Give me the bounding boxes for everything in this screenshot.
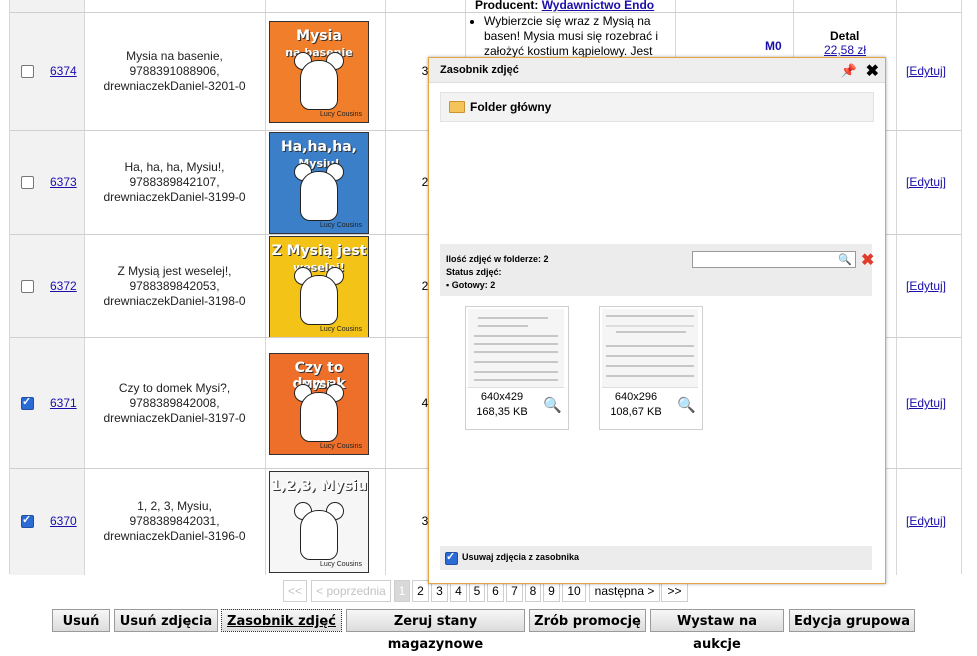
photo-thumbnail[interactable]: 640x429 168,35 KB 🔍 — [465, 306, 569, 430]
row-checkbox[interactable] — [21, 176, 34, 189]
group-edit-button[interactable]: Edycja grupowa — [789, 609, 915, 632]
thumbnail-image — [468, 309, 564, 388]
pager-page[interactable]: 1 — [394, 580, 410, 602]
product-cover-image[interactable]: Czy to domek Mysi? Lucy Cousins — [269, 353, 369, 455]
photo-thumbnail[interactable]: 640x296 108,67 KB 🔍 — [599, 306, 703, 430]
thumbnail-size: 168,35 KB — [476, 406, 528, 418]
ready-status: ▪ Gotowy: 2 — [446, 280, 496, 290]
folder-info: Ilość zdjęć w folderze: 2 Status zdjęć: … — [440, 244, 874, 296]
folder-label: Folder główny — [470, 100, 552, 114]
product-name: Czy to domek Mysi?, 9788389842008, drewnia… — [103, 381, 246, 425]
product-cover-image[interactable]: Z Mysią jest weselej! Lucy Cousins — [269, 236, 369, 338]
thumbnail-size: 108,67 KB — [610, 406, 662, 418]
product-id-link[interactable]: 6373 — [50, 175, 77, 189]
edit-link[interactable]: [Edytuj] — [906, 396, 946, 410]
detal-label: Detal — [830, 29, 860, 43]
product-id-link[interactable]: 6374 — [50, 64, 77, 78]
pager-first[interactable]: << — [283, 580, 307, 602]
photo-search-input[interactable]: 🔍 — [692, 251, 856, 268]
zoom-icon[interactable]: 🔍 — [543, 396, 562, 414]
product-cover-image[interactable]: Mysia na basenie Lucy Cousins — [269, 21, 369, 123]
row-checkbox[interactable] — [21, 395, 34, 410]
reset-stock-button[interactable]: Zeruj stany magazynowe — [346, 609, 525, 652]
product-name: Ha, ha, ha, Mysiu!, 9788389842107, drewnia… — [103, 160, 246, 204]
search-icon[interactable]: 🔍 — [838, 253, 852, 266]
photo-status-label: Status zdjęć: — [446, 267, 502, 277]
close-icon[interactable]: ✖ — [866, 61, 879, 81]
pager-prev[interactable]: < poprzednia — [311, 580, 391, 602]
edit-link[interactable]: [Edytuj] — [906, 64, 946, 78]
folder-root[interactable]: Folder główny — [440, 92, 874, 122]
price-link[interactable]: 22,58 zł — [824, 43, 866, 57]
dialog-footer: Usuwaj zdjęcia z zasobnika — [440, 546, 872, 570]
dialog-title: Zasobnik zdjęć — [429, 58, 885, 83]
product-id-link[interactable]: 6370 — [50, 514, 77, 528]
remove-from-storage-label: Usuwaj zdjęcia z zasobnika — [462, 552, 580, 562]
zoom-icon[interactable]: 🔍 — [677, 396, 696, 414]
clear-search-icon[interactable]: ✖ — [861, 250, 874, 270]
producer-link[interactable]: Wydawnictwo Endo — [542, 0, 654, 12]
row-checkbox[interactable] — [21, 513, 34, 528]
product-cover-image[interactable]: 1,2,3, Mysiu Lucy Cousins — [269, 471, 369, 573]
product-id-link[interactable]: 6372 — [50, 279, 77, 293]
photo-storage-dialog: Zasobnik zdjęć 📌 ✖ Folder główny Ilość z… — [428, 57, 886, 584]
pager-page[interactable]: 2 — [412, 580, 429, 602]
description-bullet: Wybierzcie się wraz z Mysią na basen! My… — [470, 14, 660, 59]
thumbnail-image — [602, 309, 698, 388]
folder-icon — [449, 101, 465, 113]
row-checkbox[interactable] — [21, 65, 34, 78]
photo-storage-button[interactable]: Zasobnik zdjęć — [221, 609, 342, 632]
delete-button[interactable]: Usuń — [52, 609, 110, 632]
product-name: Z Mysią jest weselej!, 9788389842053, drew… — [103, 264, 246, 308]
edit-link[interactable]: [Edytuj] — [906, 175, 946, 189]
product-name: Mysia na basenie, 9788391088906, drewniacz… — [103, 49, 246, 93]
product-id-link[interactable]: 6371 — [50, 396, 77, 410]
remove-from-storage-checkbox[interactable] — [445, 550, 458, 565]
list-on-auction-button[interactable]: Wystaw na aukcje — [650, 609, 784, 652]
m0-badge: M0 — [765, 39, 782, 53]
pin-icon[interactable]: 📌 — [841, 63, 857, 79]
row-checkbox[interactable] — [21, 280, 34, 293]
edit-link[interactable]: [Edytuj] — [906, 279, 946, 293]
thumbnail-dimensions: 640x296 — [614, 391, 658, 403]
create-promotion-button[interactable]: Zrób promocję — [529, 609, 646, 632]
product-name: 1, 2, 3, Mysiu, 9788389842031, drewniaczek… — [103, 499, 246, 543]
thumbnail-dimensions: 640x429 — [480, 391, 524, 403]
delete-photos-button[interactable]: Usuń zdjęcia — [114, 609, 218, 632]
edit-link[interactable]: [Edytuj] — [906, 514, 946, 528]
photo-count: Ilość zdjęć w folderze: 2 — [446, 254, 549, 264]
product-cover-image[interactable]: Ha,ha,ha, Mysiu! Lucy Cousins — [269, 132, 369, 234]
